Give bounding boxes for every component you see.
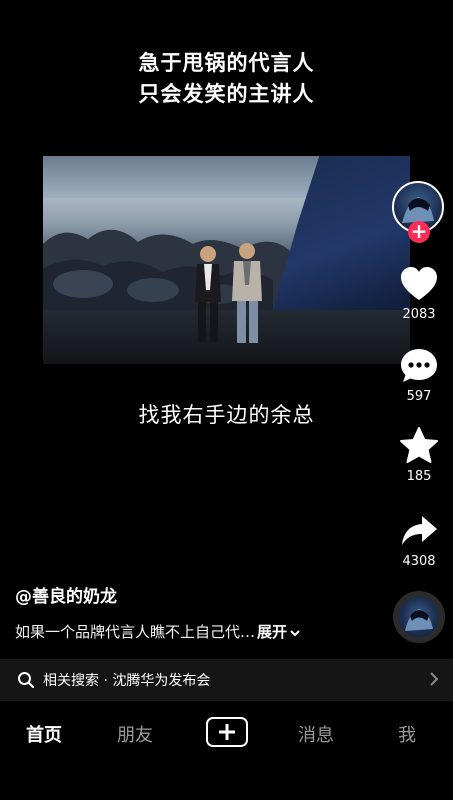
heart-icon xyxy=(401,267,437,300)
video-caption-line1: 急于甩锅的代言人 xyxy=(138,51,315,75)
favorite-button[interactable]: 185 xyxy=(392,426,446,484)
bottom-tab-bar: 首页 朋友 消息 我 xyxy=(0,701,453,800)
related-search-bar[interactable]: 相关搜索 · 沈腾华为发布会 xyxy=(0,659,453,701)
create-post-button[interactable] xyxy=(206,717,248,747)
tab-home[interactable]: 首页 xyxy=(26,721,62,747)
related-search-text: 相关搜索 · 沈腾华为发布会 xyxy=(43,673,211,689)
comment-button[interactable]: 597 xyxy=(392,346,446,404)
expand-button[interactable]: 展开 xyxy=(257,623,301,641)
favorite-count: 185 xyxy=(406,469,432,484)
chevron-down-icon xyxy=(290,629,300,636)
presenter-figure xyxy=(195,246,221,342)
video-player[interactable] xyxy=(43,156,410,364)
comment-count: 597 xyxy=(406,389,432,404)
video-scene-stage xyxy=(43,309,410,364)
follow-button[interactable]: + xyxy=(408,221,430,243)
chevron-right-icon xyxy=(430,672,439,686)
tab-friends[interactable]: 朋友 xyxy=(117,721,153,747)
share-button[interactable]: 4308 xyxy=(392,511,446,569)
music-disc-image xyxy=(405,609,433,631)
tab-me[interactable]: 我 xyxy=(398,721,416,747)
like-button[interactable]: 2083 xyxy=(392,264,446,322)
tab-messages[interactable]: 消息 xyxy=(298,721,334,747)
share-icon xyxy=(402,516,437,545)
post-description[interactable]: 如果一个品牌代言人瞧不上自己代… 展开 xyxy=(15,621,301,642)
comment-icon xyxy=(401,349,437,382)
presenter-figure xyxy=(232,243,262,343)
share-count: 4308 xyxy=(402,554,436,569)
search-icon xyxy=(18,672,35,689)
expand-label: 展开 xyxy=(257,623,288,641)
music-disc-button[interactable] xyxy=(393,591,445,643)
star-icon xyxy=(400,427,438,463)
like-count: 2083 xyxy=(402,307,436,322)
author-name-link[interactable]: @善良的奶龙 xyxy=(15,582,117,607)
description-text: 如果一个品牌代言人瞧不上自己代… xyxy=(15,623,256,641)
author-avatar-button[interactable]: + xyxy=(392,181,446,243)
video-caption-line2: 只会发笑的主讲人 xyxy=(138,82,315,106)
video-subtitle: 找我右手边的余总 xyxy=(138,403,315,427)
